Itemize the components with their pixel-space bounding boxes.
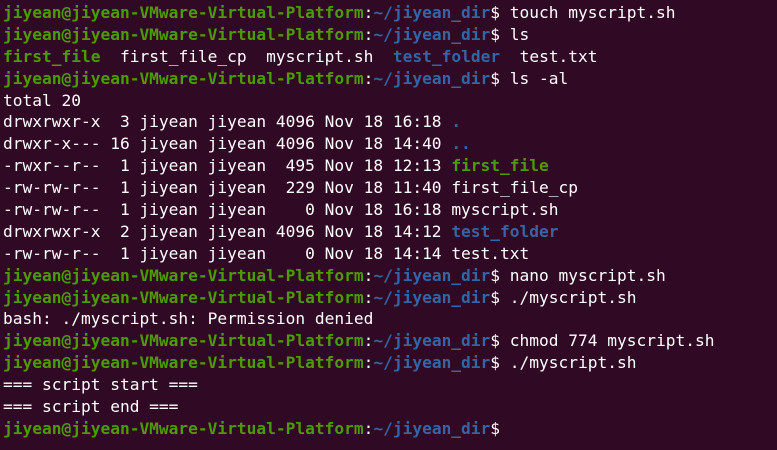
file-name: myscript.sh <box>451 200 559 220</box>
long-listing-row: -rwxr--r-- 1 jiyean jiyean 495 Nov 18 12… <box>3 155 775 177</box>
ls-spacing <box>373 47 393 66</box>
prompt-user-host: jiyean@jiyean-VMware-Virtual-Platform <box>3 353 364 373</box>
ls-item: test.txt <box>519 46 598 66</box>
prompt-dollar: $ <box>490 331 501 351</box>
prompt-user-host: jiyean@jiyean-VMware-Virtual-Platform <box>3 24 364 44</box>
prompt-dollar: $ <box>490 287 501 307</box>
prompt-line: jiyean@jiyean-VMware-Virtual-Platform:~/… <box>3 265 775 287</box>
prompt-separator: : <box>363 331 374 351</box>
file-name: first_file_cp <box>451 178 579 198</box>
ls-spacing <box>100 47 120 66</box>
ls-item: test_folder <box>392 46 501 66</box>
prompt-path: ~/jiyean_dir <box>373 3 491 22</box>
file-metadata: -rw-rw-r-- 1 jiyean jiyean 229 Nov 18 11… <box>3 178 452 198</box>
output-text: bash: ./myscript.sh: Permission denied <box>3 309 374 329</box>
long-listing-row: -rw-rw-r-- 1 jiyean jiyean 0 Nov 18 16:1… <box>3 199 775 221</box>
command-text: ./myscript.sh <box>500 287 637 307</box>
file-metadata: drwxrwxr-x 3 jiyean jiyean 4096 Nov 18 1… <box>3 112 452 132</box>
prompt-dollar: $ <box>490 68 501 88</box>
prompt-user-host: jiyean@jiyean-VMware-Virtual-Platform <box>3 68 364 88</box>
prompt-dollar: $ <box>490 353 501 373</box>
command-text: chmod 774 myscript.sh <box>500 331 715 351</box>
long-listing-row: -rw-rw-r-- 1 jiyean jiyean 0 Nov 18 14:1… <box>3 243 775 265</box>
prompt-dollar: $ <box>490 3 501 22</box>
command-text: touch myscript.sh <box>500 3 676 22</box>
command-text: ls <box>500 24 530 44</box>
file-metadata: -rwxr--r-- 1 jiyean jiyean 495 Nov 18 12… <box>3 156 452 176</box>
file-name: .. <box>451 134 471 154</box>
file-metadata: drwxrwxr-x 2 jiyean jiyean 4096 Nov 18 1… <box>3 221 452 241</box>
prompt-separator: : <box>363 3 374 22</box>
file-metadata: -rw-rw-r-- 1 jiyean jiyean 0 Nov 18 16:1… <box>3 200 452 220</box>
prompt-separator: : <box>363 353 374 373</box>
prompt-line: jiyean@jiyean-VMware-Virtual-Platform:~/… <box>3 418 775 440</box>
prompt-line: jiyean@jiyean-VMware-Virtual-Platform:~/… <box>3 24 775 46</box>
prompt-path: ~/jiyean_dir <box>373 24 491 44</box>
prompt-path: ~/jiyean_dir <box>373 287 491 307</box>
prompt-separator: : <box>363 418 374 438</box>
file-name: test_folder <box>451 221 559 241</box>
ls-item: first_file <box>3 46 101 66</box>
output-text: total 20 <box>3 90 81 110</box>
prompt-path: ~/jiyean_dir <box>373 331 491 351</box>
prompt-path: ~/jiyean_dir <box>373 265 491 285</box>
prompt-line: jiyean@jiyean-VMware-Virtual-Platform:~/… <box>3 352 775 374</box>
prompt-separator: : <box>363 68 374 88</box>
cursor <box>500 420 509 438</box>
output-line: === script end === <box>3 396 775 418</box>
file-name: first_file <box>451 156 549 176</box>
file-metadata: -rw-rw-r-- 1 jiyean jiyean 0 Nov 18 14:1… <box>3 243 452 263</box>
ls-spacing <box>247 47 267 66</box>
prompt-path: ~/jiyean_dir <box>373 418 491 438</box>
output-text: === script end === <box>3 397 179 417</box>
prompt-line: jiyean@jiyean-VMware-Virtual-Platform:~/… <box>3 68 775 90</box>
long-listing-row: -rw-rw-r-- 1 jiyean jiyean 229 Nov 18 11… <box>3 177 775 199</box>
command-text: ls -al <box>500 68 569 88</box>
ls-output-line: first_file first_file_cp myscript.sh tes… <box>3 46 775 68</box>
prompt-path: ~/jiyean_dir <box>373 68 491 88</box>
long-listing-row: drwxrwxr-x 2 jiyean jiyean 4096 Nov 18 1… <box>3 221 775 243</box>
prompt-line: jiyean@jiyean-VMware-Virtual-Platform:~/… <box>3 287 775 309</box>
output-text: === script start === <box>3 375 198 395</box>
ls-spacing <box>500 47 520 66</box>
terminal-output[interactable]: jiyean@jiyean-VMware-Virtual-Platform:~/… <box>3 2 775 448</box>
prompt-dollar: $ <box>490 418 501 438</box>
prompt-user-host: jiyean@jiyean-VMware-Virtual-Platform <box>3 265 364 285</box>
output-line: bash: ./myscript.sh: Permission denied <box>3 308 775 330</box>
file-metadata: drwxr-x--- 16 jiyean jiyean 4096 Nov 18 … <box>3 134 452 154</box>
long-listing-row: drwxrwxr-x 3 jiyean jiyean 4096 Nov 18 1… <box>3 111 775 133</box>
ls-item: first_file_cp <box>119 46 247 66</box>
prompt-user-host: jiyean@jiyean-VMware-Virtual-Platform <box>3 331 364 351</box>
prompt-separator: : <box>363 24 374 44</box>
output-line: total 20 <box>3 90 775 112</box>
ls-item: myscript.sh <box>266 46 374 66</box>
prompt-line: jiyean@jiyean-VMware-Virtual-Platform:~/… <box>3 2 775 24</box>
command-text: ./myscript.sh <box>500 353 637 373</box>
prompt-path: ~/jiyean_dir <box>373 353 491 373</box>
command-text: nano myscript.sh <box>500 265 666 285</box>
file-name: . <box>451 112 462 132</box>
prompt-user-host: jiyean@jiyean-VMware-Virtual-Platform <box>3 3 364 22</box>
prompt-separator: : <box>363 287 374 307</box>
prompt-user-host: jiyean@jiyean-VMware-Virtual-Platform <box>3 418 364 438</box>
file-name: test.txt <box>451 243 530 263</box>
prompt-dollar: $ <box>490 265 501 285</box>
long-listing-row: drwxr-x--- 16 jiyean jiyean 4096 Nov 18 … <box>3 133 775 155</box>
prompt-user-host: jiyean@jiyean-VMware-Virtual-Platform <box>3 287 364 307</box>
prompt-line: jiyean@jiyean-VMware-Virtual-Platform:~/… <box>3 330 775 352</box>
prompt-dollar: $ <box>490 24 501 44</box>
output-line: === script start === <box>3 374 775 396</box>
prompt-separator: : <box>363 265 374 285</box>
